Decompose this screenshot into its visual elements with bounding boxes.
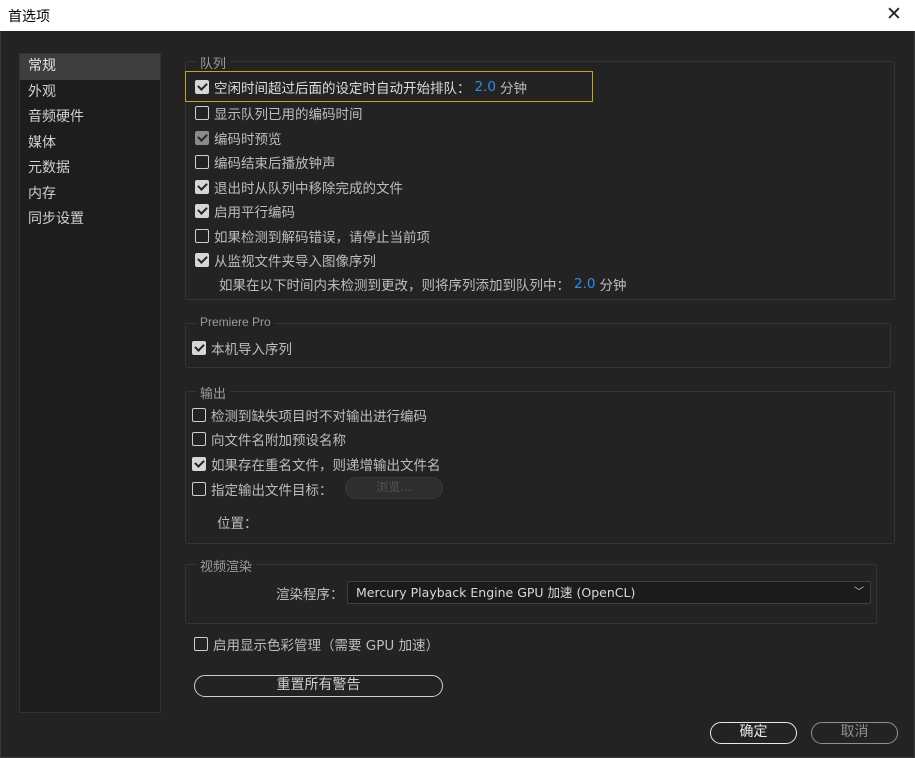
skip-missing-option[interactable]: 检测到缺失项目时不对输出进行编码 [192, 404, 427, 426]
cancel-button[interactable]: 取消 [811, 722, 898, 744]
increment-name-checkbox[interactable] [192, 457, 206, 471]
no-change-timeout-value[interactable]: 2.0 [574, 276, 595, 292]
color-management-checkbox[interactable] [194, 637, 208, 651]
sidebar-item-media[interactable]: 媒体 [20, 131, 160, 157]
sidebar-item-general[interactable]: 常规 [20, 54, 160, 80]
stop-on-error-label: 如果检测到解码错误，请停止当前项 [214, 230, 430, 246]
skip-missing-checkbox[interactable] [192, 408, 206, 422]
native-import-option[interactable]: 本机导入序列 [192, 337, 292, 359]
chime-option[interactable]: 编码结束后播放钟声 [195, 151, 336, 173]
no-change-timeout-unit: 分钟 [599, 278, 627, 294]
chime-checkbox[interactable] [195, 155, 209, 169]
preview-encoding-checkbox[interactable] [195, 131, 209, 145]
sidebar-item-audio-hardware[interactable]: 音频硬件 [20, 105, 160, 131]
specify-target-label: 指定输出文件目标： [211, 483, 333, 499]
location-row: 位置： [217, 511, 258, 533]
stop-on-error-checkbox[interactable] [195, 229, 209, 243]
import-sequence-checkbox[interactable] [195, 253, 209, 267]
renderer-label: 渲染程序： [276, 587, 344, 603]
preferences-dialog: 常规 外观 音频硬件 媒体 元数据 内存 同步设置 队列 空闲时间超过后面的设定… [0, 31, 915, 758]
stop-on-error-option[interactable]: 如果检测到解码错误，请停止当前项 [195, 225, 430, 247]
import-sequence-label: 从监视文件夹导入图像序列 [214, 254, 376, 270]
remove-completed-checkbox[interactable] [195, 180, 209, 194]
color-management-label: 启用显示色彩管理（需要 GPU 加速） [213, 638, 440, 654]
sidebar-item-memory[interactable]: 内存 [20, 182, 160, 208]
append-preset-option[interactable]: 向文件名附加预设名称 [192, 428, 346, 450]
remove-completed-label: 退出时从队列中移除完成的文件 [214, 181, 403, 197]
show-elapsed-option[interactable]: 显示队列已用的编码时间 [195, 102, 363, 124]
sidebar-item-metadata[interactable]: 元数据 [20, 156, 160, 182]
video-render-legend: 视频渲染 [196, 556, 257, 575]
close-icon[interactable]: ✕ [883, 3, 905, 25]
append-preset-checkbox[interactable] [192, 432, 206, 446]
reset-warnings-button[interactable]: 重置所有警告 [194, 675, 443, 697]
renderer-value: Mercury Playback Engine GPU 加速 (OpenCL) [356, 585, 636, 600]
color-management-option[interactable]: 启用显示色彩管理（需要 GPU 加速） [194, 633, 439, 655]
idle-time-value[interactable]: 2.0 [475, 79, 496, 95]
append-preset-label: 向文件名附加预设名称 [211, 433, 346, 449]
increment-name-option[interactable]: 如果存在重名文件，则递增输出文件名 [192, 453, 441, 475]
show-elapsed-checkbox[interactable] [195, 106, 209, 120]
browse-button[interactable]: 浏览... [345, 477, 443, 499]
specify-target-checkbox[interactable] [192, 482, 206, 496]
chevron-down-icon: ﹀ [854, 587, 864, 598]
idle-time-unit: 分钟 [499, 81, 527, 97]
output-legend: 输出 [196, 383, 231, 402]
renderer-label-row: 渲染程序： [276, 582, 344, 604]
show-elapsed-label: 显示队列已用的编码时间 [214, 107, 363, 123]
skip-missing-label: 检测到缺失项目时不对输出进行编码 [211, 409, 427, 425]
no-change-timeout-row: 如果在以下时间内未检测到更改，则将序列添加到队列中： 2.0 分钟 [219, 273, 626, 295]
parallel-encoding-checkbox[interactable] [195, 204, 209, 218]
idle-auto-start-checkbox[interactable] [195, 80, 209, 94]
sidebar: 常规 外观 音频硬件 媒体 元数据 内存 同步设置 [19, 53, 161, 713]
idle-auto-start-label: 空闲时间超过后面的设定时自动开始排队： [214, 81, 471, 97]
renderer-select[interactable]: Mercury Playback Engine GPU 加速 (OpenCL) … [347, 581, 871, 604]
premiere-legend: Premiere Pro [196, 315, 275, 329]
parallel-encoding-label: 启用平行编码 [214, 205, 295, 221]
native-import-checkbox[interactable] [192, 341, 206, 355]
title-bar: 首选项 ✕ [0, 0, 915, 31]
idle-auto-start-option[interactable]: 空闲时间超过后面的设定时自动开始排队： 2.0 分钟 [195, 76, 527, 98]
specify-target-option[interactable]: 指定输出文件目标： [192, 478, 333, 500]
parallel-encoding-option[interactable]: 启用平行编码 [195, 200, 295, 222]
window-title: 首选项 [8, 9, 50, 25]
sidebar-item-sync-settings[interactable]: 同步设置 [20, 207, 160, 233]
remove-completed-option[interactable]: 退出时从队列中移除完成的文件 [195, 176, 403, 198]
no-change-timeout-label: 如果在以下时间内未检测到更改，则将序列添加到队列中： [219, 278, 570, 294]
preview-encoding-label: 编码时预览 [214, 132, 282, 148]
chime-label: 编码结束后播放钟声 [214, 156, 336, 172]
sidebar-item-appearance[interactable]: 外观 [20, 80, 160, 106]
increment-name-label: 如果存在重名文件，则递增输出文件名 [211, 458, 441, 474]
ok-button[interactable]: 确定 [710, 722, 797, 744]
location-label: 位置： [217, 516, 258, 532]
import-sequence-option[interactable]: 从监视文件夹导入图像序列 [195, 249, 376, 271]
queue-legend: 队列 [196, 53, 231, 72]
native-import-label: 本机导入序列 [211, 342, 292, 358]
preview-encoding-option[interactable]: 编码时预览 [195, 127, 282, 149]
